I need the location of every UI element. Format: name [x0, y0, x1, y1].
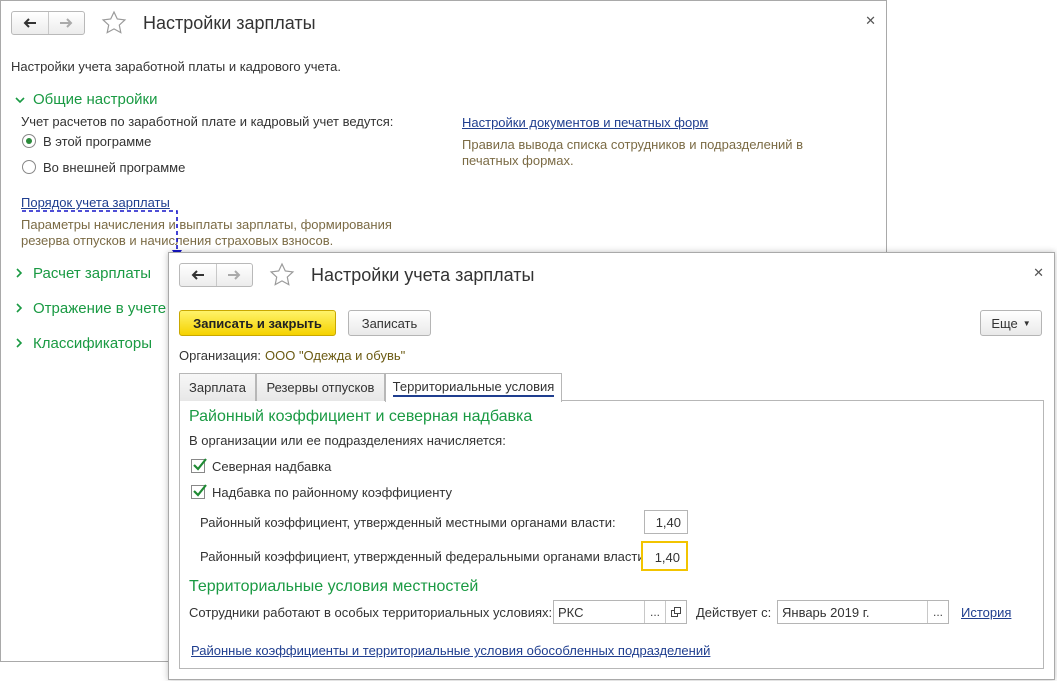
federal-coefficient-input[interactable]: 1,40 — [641, 541, 688, 571]
arrow-left-icon — [191, 270, 204, 280]
select-button[interactable]: ... — [927, 601, 948, 623]
organization-label: Организация: — [179, 348, 262, 363]
tab-bar: Зарплата Резервы отпусков Территориальны… — [179, 373, 1044, 402]
territorial-conditions-input[interactable]: РКС ... — [553, 600, 687, 624]
tab-territorial-conditions[interactable]: Территориальные условия — [385, 373, 562, 402]
window-header: Настройки учета зарплаты ✕ — [169, 253, 1054, 297]
territorial-heading: Территориальные условия местностей — [189, 578, 479, 595]
regional-bonus-checkbox[interactable] — [191, 484, 207, 499]
save-button[interactable]: Записать — [348, 310, 431, 336]
regional-heading: Районный коэффициент и северная надбавка — [189, 408, 533, 425]
local-coefficient-input[interactable]: 1,40 — [644, 510, 688, 534]
history-link[interactable]: История — [961, 605, 1011, 620]
back-button[interactable] — [180, 264, 216, 286]
checkmark-icon — [193, 484, 207, 497]
organization-value[interactable]: ООО "Одежда и обувь" — [265, 348, 405, 363]
local-coefficient-label: Районный коэффициент, утвержденный местн… — [200, 515, 616, 530]
salary-accounting-settings-window: Настройки учета зарплаты ✕ Записать и за… — [168, 252, 1055, 680]
valid-from-label: Действует с: — [696, 605, 772, 620]
save-and-close-button[interactable]: Записать и закрыть — [179, 310, 336, 336]
tab-vacation-reserves[interactable]: Резервы отпусков — [256, 373, 385, 401]
subdivisions-link[interactable]: Районные коэффициенты и территориальные … — [191, 643, 710, 658]
close-icon[interactable]: ✕ — [1033, 265, 1044, 281]
employees-conditions-label: Сотрудники работают в особых территориал… — [189, 605, 553, 620]
dropdown-arrow-icon: ▼ — [1022, 318, 1031, 328]
valid-from-input[interactable]: Январь 2019 г. ... — [777, 600, 949, 624]
window-title: Настройки учета зарплаты — [311, 265, 535, 285]
more-button[interactable]: Еще ▼ — [980, 310, 1042, 336]
north-bonus-label[interactable]: Северная надбавка — [212, 459, 331, 474]
open-icon[interactable] — [665, 601, 686, 623]
forward-button[interactable] — [215, 264, 252, 286]
favorite-star-icon[interactable] — [269, 262, 295, 288]
north-bonus-checkbox[interactable] — [191, 458, 207, 473]
select-button[interactable]: ... — [644, 601, 665, 623]
regional-subheading: В организации или ее подразделениях начи… — [189, 433, 506, 448]
federal-coefficient-label: Районный коэффициент, утвержденный федер… — [200, 549, 649, 564]
nav-buttons — [179, 263, 253, 287]
arrow-right-icon — [228, 270, 241, 280]
checkmark-icon — [193, 458, 207, 471]
tab-salary[interactable]: Зарплата — [179, 373, 256, 401]
regional-bonus-label[interactable]: Надбавка по районному коэффициенту — [212, 485, 452, 500]
